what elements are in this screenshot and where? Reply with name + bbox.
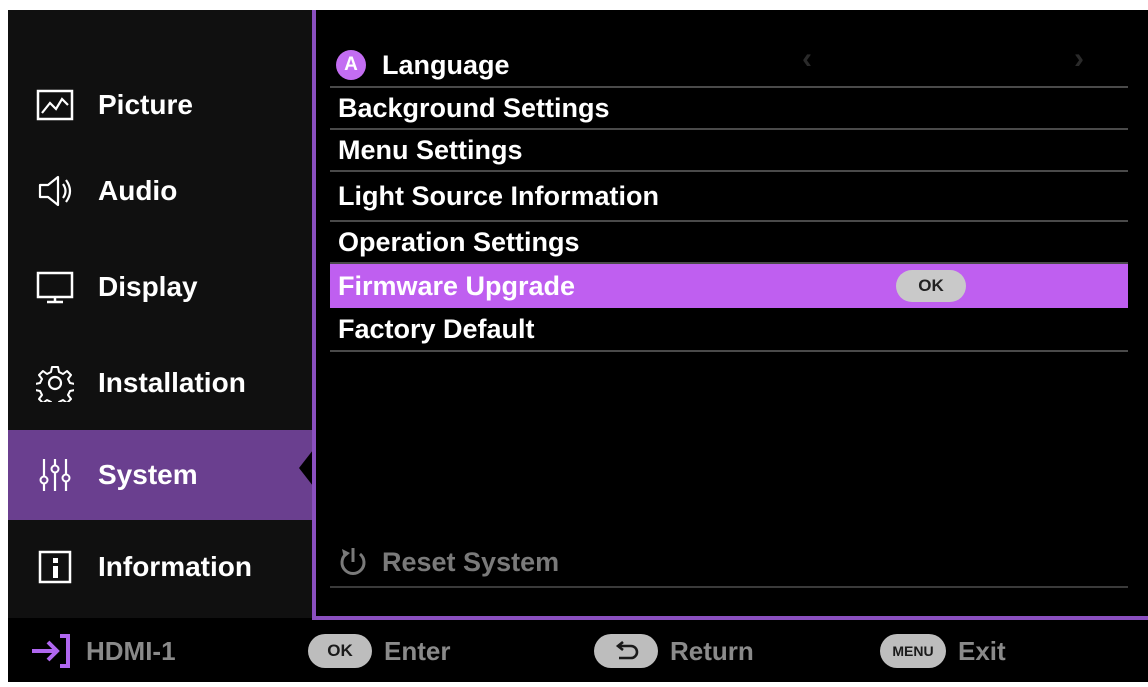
bottom-bar: HDMI-1 OK Enter Return MENU Exit xyxy=(8,620,1148,682)
menu-item-label: Operation Settings xyxy=(338,226,580,257)
input-source-label: HDMI-1 xyxy=(86,635,176,666)
menu-item-menu-settings[interactable]: Menu Settings xyxy=(330,130,1128,172)
exit-hint: MENU Exit xyxy=(880,620,1006,682)
menu-item-light-source-information[interactable]: Light Source Information xyxy=(330,172,1128,222)
menu-item-label: Light Source Information xyxy=(338,180,659,211)
sidebar-item-audio[interactable]: Audio xyxy=(8,146,312,236)
ok-key-icon: OK xyxy=(308,634,372,668)
input-source-icon xyxy=(30,633,72,669)
sidebar-item-label: Display xyxy=(98,271,198,302)
selection-pointer xyxy=(299,450,313,486)
return-hint-label: Return xyxy=(670,635,754,666)
menu-item-factory-default[interactable]: Factory Default xyxy=(330,308,1128,352)
exit-hint-label: Exit xyxy=(958,635,1006,666)
system-menu-panel: A Language ‹ › Background Settings Menu … xyxy=(312,10,1148,620)
reset-icon xyxy=(336,545,370,579)
menu-item-label: Reset System xyxy=(382,546,560,577)
return-hint: Return xyxy=(594,620,754,682)
sidebar-item-label: Installation xyxy=(98,367,246,398)
menu-item-label: Firmware Upgrade xyxy=(338,270,576,301)
language-icon: A xyxy=(336,50,366,80)
menu-item-label: Menu Settings xyxy=(338,134,523,165)
sidebar-item-system[interactable]: System xyxy=(8,430,312,520)
menu-item-label: Background Settings xyxy=(338,92,610,123)
menu-key-icon: MENU xyxy=(880,634,946,668)
monitor-icon xyxy=(36,268,74,306)
picture-icon xyxy=(36,86,74,124)
sidebar-item-label: Information xyxy=(98,551,252,582)
menu-item-firmware-upgrade[interactable]: Firmware Upgrade OK xyxy=(330,264,1128,308)
input-source: HDMI-1 xyxy=(30,620,176,682)
sidebar-item-installation[interactable]: Installation xyxy=(8,338,312,428)
menu-item-language[interactable]: A Language ‹ › xyxy=(330,42,1128,88)
menu-item-label: Language xyxy=(382,49,510,80)
sidebar-item-picture[interactable]: Picture xyxy=(8,60,312,150)
osd-menu: Picture Audio Display Installation Syste… xyxy=(8,10,1148,682)
menu-item-reset-system: Reset System xyxy=(330,538,1128,588)
ok-button[interactable]: OK xyxy=(896,270,966,302)
sidebar-item-information[interactable]: Information xyxy=(8,522,312,612)
return-key-icon xyxy=(594,634,658,668)
speaker-icon xyxy=(36,172,74,210)
gear-icon xyxy=(36,364,74,402)
menu-item-label: Factory Default xyxy=(338,313,535,344)
enter-hint-label: Enter xyxy=(384,635,451,666)
sliders-icon xyxy=(36,456,74,494)
chevron-left-icon[interactable]: ‹ xyxy=(802,42,812,76)
menu-item-operation-settings[interactable]: Operation Settings xyxy=(330,222,1128,264)
sidebar-item-label: System xyxy=(98,459,198,490)
chevron-right-icon[interactable]: › xyxy=(1074,42,1084,76)
sidebar-item-label: Picture xyxy=(98,89,193,120)
sidebar-item-display[interactable]: Display xyxy=(8,242,312,332)
sidebar-item-label: Audio xyxy=(98,175,178,206)
sidebar: Picture Audio Display Installation Syste… xyxy=(8,10,313,618)
info-icon xyxy=(36,548,74,586)
menu-item-background-settings[interactable]: Background Settings xyxy=(330,88,1128,130)
enter-hint: OK Enter xyxy=(308,620,450,682)
